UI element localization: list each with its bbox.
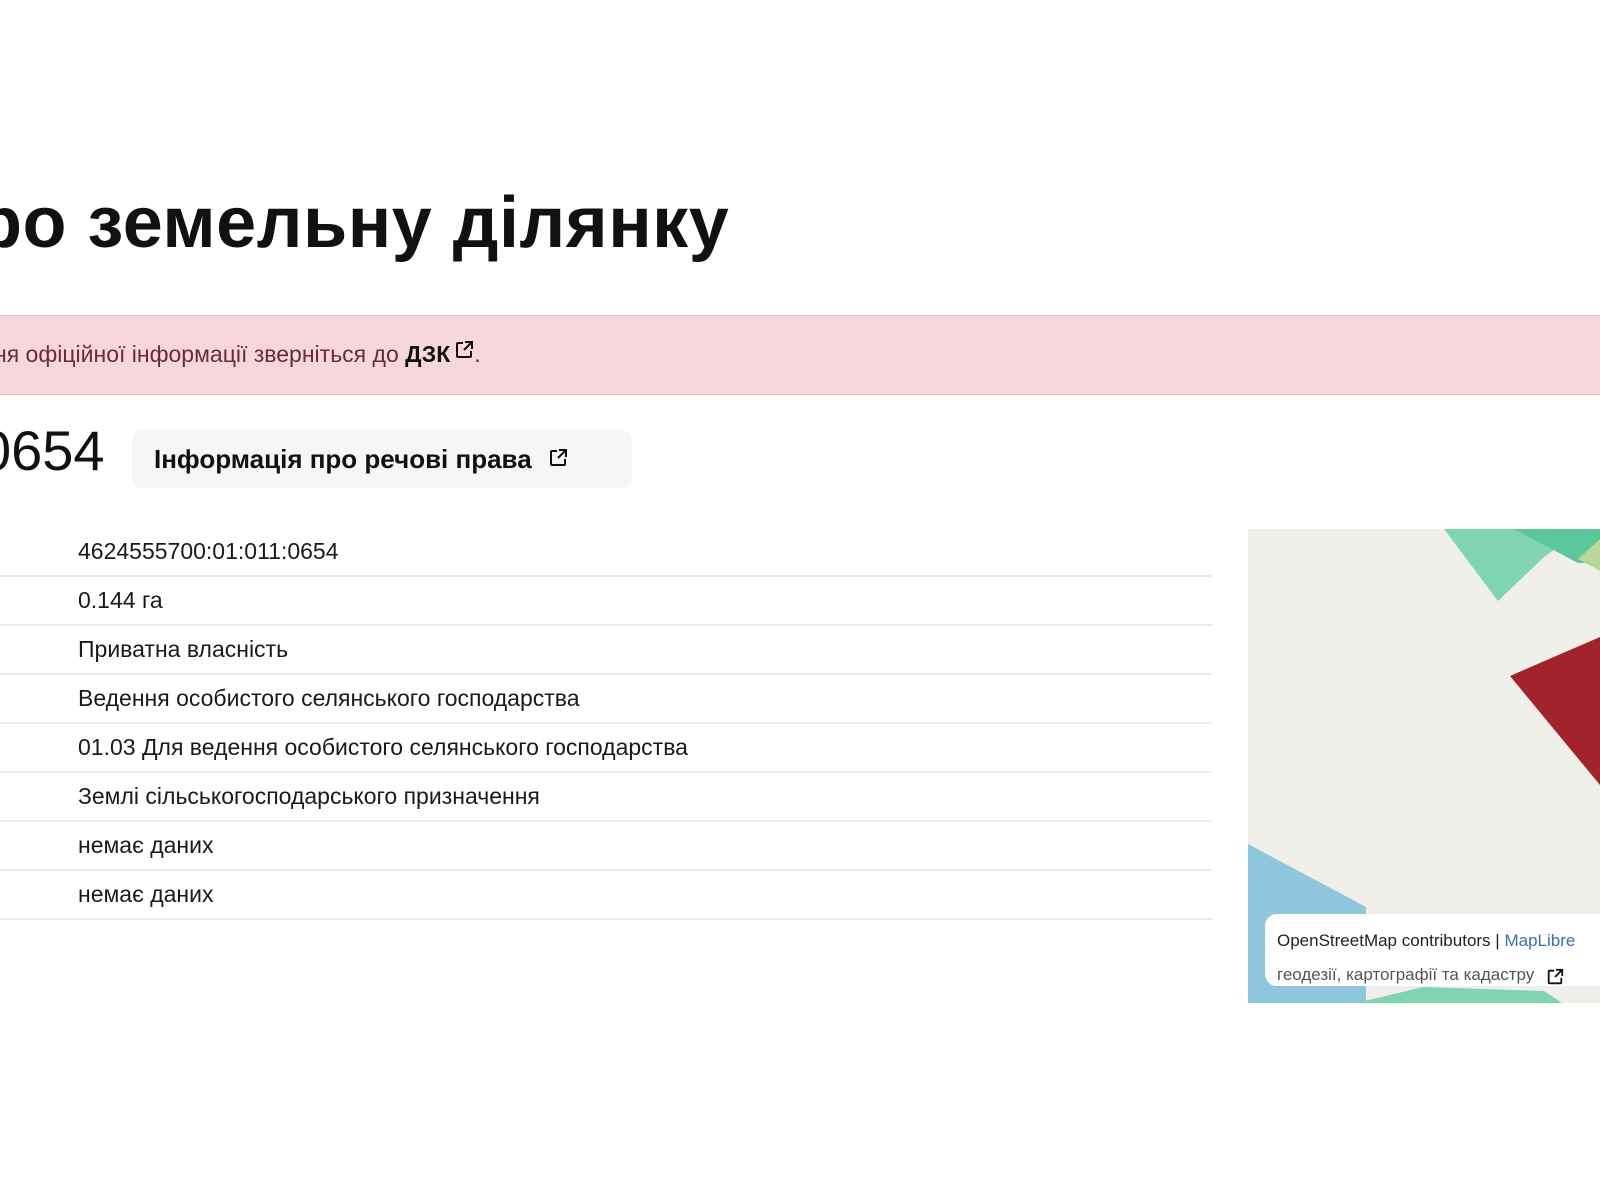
external-link-icon (1546, 964, 1564, 998)
info-row-cadastral-number: 4624555700:01:011:0654 (0, 528, 1212, 577)
info-row-no-data-1: немає даних (0, 822, 1212, 871)
info-value: немає даних (78, 881, 214, 907)
info-value: 0.144 га (78, 587, 163, 613)
info-value: Землі сільськогосподарського призначення (78, 783, 540, 809)
external-link-icon (454, 339, 474, 366)
property-rights-button[interactable]: Інформація про речові права (132, 430, 632, 488)
info-row-land-category: Землі сільськогосподарського призначення (0, 773, 1212, 822)
info-row-ownership: Приватна власність (0, 626, 1212, 675)
map-parcel-highlight (1510, 637, 1600, 785)
info-row-area: 0.144 га (0, 577, 1212, 626)
info-value: 4624555700:01:011:0654 (78, 538, 339, 564)
dzk-link[interactable]: ДЗК (405, 341, 474, 367)
info-value: Приватна власність (78, 636, 289, 662)
warning-banner: ня офіційної інформації зверніться до ДЗ… (0, 315, 1600, 395)
attribution-separator: | (1495, 931, 1500, 950)
warning-trailing: . (474, 341, 481, 367)
external-link-icon (548, 444, 568, 475)
info-row-no-data-2: немає даних (0, 871, 1212, 920)
cadastre-attribution-link[interactable]: геодезії, картографії та кадастру (1277, 965, 1534, 984)
maplibre-link[interactable]: MapLibre (1504, 931, 1575, 950)
warning-text: ня офіційної інформації зверніться до ДЗ… (0, 341, 481, 368)
attribution-line-2: геодезії, картографії та кадастру (1277, 958, 1600, 998)
osm-attribution-link[interactable]: OpenStreetMap contributors (1277, 931, 1491, 950)
info-value: Ведення особистого селянського господарс… (78, 685, 580, 711)
cadastral-number-heading: 0654 (0, 419, 105, 482)
page-title: ро земельну ділянку (0, 183, 730, 263)
info-row-purpose: Ведення особистого селянського господарс… (0, 675, 1212, 724)
info-row-purpose-code: 01.03 Для ведення особистого селянського… (0, 724, 1212, 773)
dzk-link-label[interactable]: ДЗК (405, 341, 450, 367)
info-value: немає даних (78, 832, 214, 858)
map-attribution: OpenStreetMap contributors | MapLibre ге… (1265, 914, 1600, 986)
warning-message: ня офіційної інформації зверніться до (0, 341, 399, 367)
property-rights-label: Інформація про речові права (154, 443, 532, 474)
attribution-line-1: OpenStreetMap contributors | MapLibre (1277, 924, 1600, 958)
parcel-info-table: 4624555700:01:011:0654 0.144 га Приватна… (0, 528, 1212, 920)
info-value: 01.03 Для ведення особистого селянського… (78, 734, 688, 760)
